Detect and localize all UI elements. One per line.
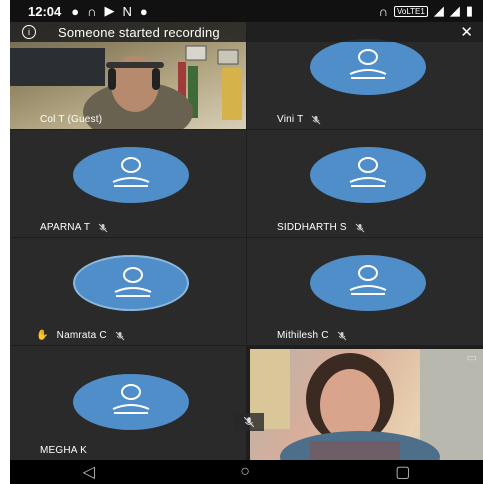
- headset-status-icon: ∩: [378, 3, 388, 19]
- camera-switch-icon[interactable]: ▭: [467, 351, 477, 364]
- back-nav-icon[interactable]: ◁: [83, 462, 95, 482]
- volte-badge: VoLTE1: [393, 5, 428, 17]
- participant-name: APARNA T: [40, 222, 91, 233]
- participant-name: Namrata C: [56, 330, 107, 341]
- avatar: [73, 255, 189, 311]
- navigation-bar: ◁ ○ ▢: [10, 460, 483, 484]
- person-icon: [349, 157, 387, 187]
- participant-name: SIDDHARTH S: [277, 222, 347, 233]
- participant-label: Mithilesh C: [277, 330, 347, 341]
- status-left-icons: ● ∩ ▶ N ●: [71, 3, 147, 19]
- phone-screen: 12:04 ● ∩ ▶ N ● ∩ VoLTE1 ◢ ◢ ▮ Col T (Gu…: [10, 0, 483, 484]
- participant-name: MEGHA K: [40, 445, 87, 456]
- status-right-icons: ∩ VoLTE1 ◢ ◢ ▮: [379, 3, 473, 19]
- participant-tile-megha-k[interactable]: MEGHA K: [10, 346, 246, 460]
- participant-label: Col T (Guest): [40, 114, 102, 125]
- youtube-icon: ▶: [104, 3, 115, 18]
- mic-off-icon: [115, 331, 125, 340]
- participant-label: ✋ Namrata C: [36, 330, 125, 341]
- status-bar: 12:04 ● ∩ ▶ N ● ∩ VoLTE1 ◢ ◢ ▮: [10, 0, 483, 22]
- participant-label: SIDDHARTH S: [277, 222, 365, 233]
- avatar: [73, 147, 189, 203]
- mic-off-icon: [337, 331, 346, 340]
- participant-label: Vini T: [277, 114, 321, 125]
- raised-hand-icon: ✋: [36, 330, 49, 341]
- participant-name: Vini T: [277, 114, 304, 125]
- person-icon: [349, 265, 387, 295]
- recording-banner: i Someone started recording ✕: [10, 22, 483, 42]
- home-nav-icon[interactable]: ○: [240, 463, 250, 481]
- person-icon: [112, 157, 150, 187]
- mic-off-icon: [98, 223, 108, 232]
- participant-label: MEGHA K: [40, 445, 87, 456]
- participant-label: APARNA T: [40, 222, 108, 233]
- avatar: [310, 255, 426, 311]
- close-icon[interactable]: ✕: [460, 23, 473, 41]
- messenger-icon: ●: [71, 3, 80, 19]
- participant-tile-mithilesh-c[interactable]: Mithilesh C: [247, 238, 483, 345]
- person-icon: [112, 384, 150, 414]
- info-icon: i: [22, 25, 36, 39]
- person-icon: [114, 267, 152, 297]
- participant-name: Mithilesh C: [277, 330, 329, 341]
- banner-message: Someone started recording: [58, 24, 220, 40]
- participant-tile-aparna-t[interactable]: APARNA T: [10, 130, 246, 237]
- signal-icon: ◢: [433, 3, 444, 18]
- status-time: 12:04: [28, 3, 62, 19]
- avatar: [73, 374, 189, 430]
- avatar: [310, 147, 426, 203]
- participant-grid: Col T (Guest) Vini T APARNA T SIDDHARTH …: [10, 22, 483, 460]
- participant-tile-namrata-c[interactable]: ✋ Namrata C: [10, 238, 246, 345]
- self-mute-badge[interactable]: [234, 413, 264, 431]
- mic-off-icon: [355, 223, 365, 232]
- participant-tile-siddharth-s[interactable]: SIDDHARTH S: [247, 130, 483, 237]
- avatar: [310, 39, 426, 95]
- self-view-tile[interactable]: ▭: [250, 349, 483, 460]
- headset-icon: ∩: [87, 3, 97, 19]
- self-view-video: [250, 349, 483, 460]
- mic-off-icon: [312, 115, 321, 124]
- battery-icon: ▮: [465, 3, 473, 18]
- person-icon: [349, 49, 387, 79]
- signal2-icon: ◢: [449, 3, 460, 18]
- dot-icon: ●: [139, 3, 148, 19]
- recents-nav-icon[interactable]: ▢: [395, 462, 410, 482]
- nfc-icon: N: [122, 3, 132, 19]
- mic-off-icon: [243, 416, 255, 428]
- participant-name: Col T (Guest): [40, 114, 103, 125]
